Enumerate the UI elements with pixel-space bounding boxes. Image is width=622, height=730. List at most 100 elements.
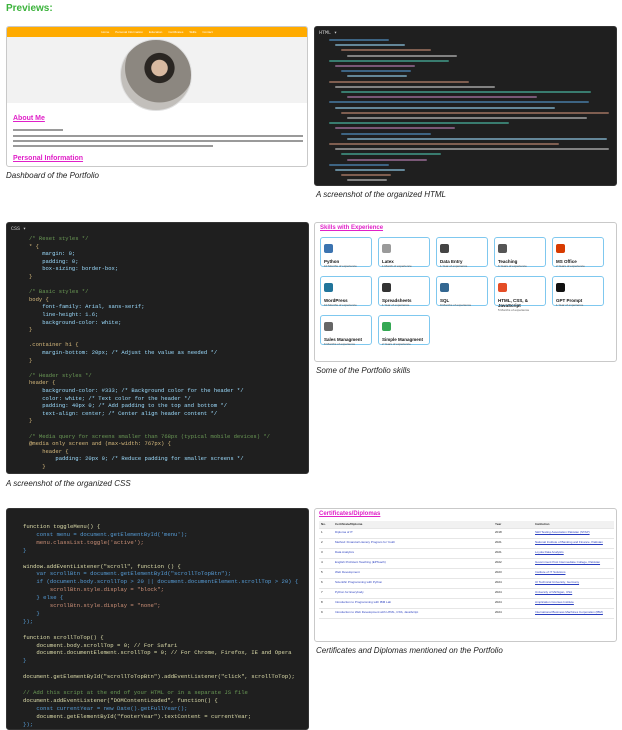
about-text-line xyxy=(13,145,213,147)
code-line-placeholder xyxy=(335,169,405,171)
cell-certificate: Introduction to Web Development with HTM… xyxy=(333,608,493,619)
table-row: 8 Introduction to Programming with IBM La… xyxy=(319,598,614,609)
skills-title: Skills with Experience xyxy=(320,225,384,231)
cell-institution[interactable]: Amplication Courses Institute xyxy=(533,598,614,609)
skill-icon xyxy=(324,244,333,253)
code-line-placeholder xyxy=(329,39,389,41)
code-line-placeholder xyxy=(335,106,555,109)
profile-photo xyxy=(120,39,192,111)
code-line: document.getElementById("scrollToTopBtn"… xyxy=(23,673,295,681)
code-line: line-height: 1.6; xyxy=(29,311,99,318)
cell-institution[interactable]: Skill Testing Association Pakistan (STAP… xyxy=(533,528,614,539)
code-line: } xyxy=(29,417,33,425)
skill-experience: 2 Years of experience xyxy=(382,342,411,346)
about-text-line xyxy=(13,135,303,137)
skill-experience: 1 Year of experience xyxy=(382,303,410,307)
cell-year: 2024 xyxy=(493,608,533,619)
code-line-placeholder xyxy=(341,111,609,114)
code-line: menu.classList.toggle('active'); xyxy=(23,538,144,546)
html-preview-image[interactable]: HTML ▾ xyxy=(314,26,617,186)
cell-year: 2022 xyxy=(493,558,533,569)
code-line-placeholder xyxy=(341,153,441,156)
css-tab-label: CSS ▾ xyxy=(11,226,27,232)
skill-experience: 5 Months of experience xyxy=(498,308,530,312)
code-line-placeholder xyxy=(335,127,455,130)
cell-institution[interactable]: Government Post Intermediate College, Pa… xyxy=(533,558,614,569)
nav-item: Education xyxy=(148,30,163,34)
table-row: 5 Web Development 2023 Institute of IT Solu… xyxy=(319,568,614,579)
skill-experience: 2 Years of experience xyxy=(556,264,585,268)
code-line: header { xyxy=(29,379,56,387)
cell-no: 1 xyxy=(319,528,333,539)
skill-icon xyxy=(382,244,391,253)
cell-institution[interactable]: Loyola Data Analytics xyxy=(533,548,614,559)
skill-experience: 1 Month of experience xyxy=(382,264,412,268)
code-line-placeholder xyxy=(329,143,559,145)
code-line: /* Media query for screens smaller than … xyxy=(29,432,270,440)
skill-icon xyxy=(382,322,391,331)
header-year: Year xyxy=(493,521,533,529)
js-preview-image[interactable]: function toggleMenu() { const menu = doc… xyxy=(6,508,309,730)
code-line: const menu = document.getElementById('me… xyxy=(23,530,188,538)
cell-certificate: English Proficient Teaching (EPTeach) xyxy=(333,558,493,569)
code-line: background-color: white; xyxy=(29,318,122,326)
about-text-line xyxy=(13,140,303,142)
certificates-preview-image[interactable]: Certificates/Diplomas No. Certificate/Di… xyxy=(314,508,617,642)
dashboard-preview-image[interactable]: Home Personal Information Education Cert… xyxy=(6,26,308,167)
code-line: function toggleMenu() { xyxy=(23,523,101,530)
skills-caption: Some of the Portfolio skills xyxy=(316,366,411,375)
cell-institution[interactable]: National Institute of Banking and Financ… xyxy=(533,538,614,549)
cell-year: 2018 xyxy=(493,528,533,539)
cell-institution[interactable]: Institute of IT Solutions xyxy=(533,568,614,579)
code-line-placeholder xyxy=(347,137,607,140)
skills-preview-image[interactable]: Skills with Experience Python 10 Months o… xyxy=(314,222,617,362)
skill-experience: 10 Months of experience xyxy=(324,264,357,268)
code-line: window.addEventListener("scroll", functi… xyxy=(23,562,181,570)
skill-icon xyxy=(498,283,507,292)
dashboard-caption: Dashboard of the Portfolio xyxy=(6,171,99,180)
code-line: if (document.body.scrollTop > 20 || docu… xyxy=(23,578,299,586)
code-line-placeholder xyxy=(335,65,415,67)
cell-institution[interactable]: UI Technical University, Germany xyxy=(533,578,614,589)
skill-card: GPT Prompt 1 Year of experience xyxy=(552,276,604,307)
code-line: // Add this script at the end of your HT… xyxy=(23,688,248,696)
skill-icon xyxy=(556,283,565,292)
header-certificate: Certificate/Diploma xyxy=(333,521,493,529)
skill-icon xyxy=(440,283,449,292)
skill-card: HTML, CSS, & JavaScript 5 Months of exper… xyxy=(494,276,546,312)
cell-year: 2024 xyxy=(493,598,533,609)
cell-no: 8 xyxy=(319,598,333,609)
skill-icon xyxy=(556,244,565,253)
code-line: @media only screen and (max-width: 767px… xyxy=(29,440,171,448)
cell-institution[interactable]: University of Michigan, USA xyxy=(533,588,614,599)
table-row: 1 Diploma of IT 2018 Skill Testing Associat… xyxy=(319,528,614,539)
code-line: /* Header styles */ xyxy=(29,371,92,379)
skill-card: MS Office 2 Years of experience xyxy=(552,237,604,268)
code-line-placeholder xyxy=(341,132,431,135)
code-line-placeholder xyxy=(347,75,407,78)
skill-card: Latex 1 Month of experience xyxy=(378,237,430,268)
cell-no: 9 xyxy=(319,608,333,619)
skill-icon xyxy=(382,283,391,292)
skill-card: Teaching 6 Years of experience xyxy=(494,237,546,268)
code-line: font-family: Arial, sans-serif; xyxy=(29,303,145,311)
css-preview-image[interactable]: CSS ▾ /* Reset styles */* { margin: 0; p… xyxy=(6,222,309,474)
skill-card: Data Entry 1 Year of experience xyxy=(436,237,488,268)
table-row: 2 Method: Financial Literacy Program for … xyxy=(319,538,614,549)
nav-item: Skills xyxy=(189,30,197,34)
table-row: 4 English Proficient Teaching (EPTeach) 20… xyxy=(319,558,614,569)
skill-experience: 1 Year of experience xyxy=(556,303,584,307)
cell-institution[interactable]: International Business Machines Corporat… xyxy=(533,608,614,619)
code-line-placeholder xyxy=(347,96,537,99)
skill-icon xyxy=(498,244,507,253)
skill-card: Sales Managment 6 Months of experience xyxy=(320,315,372,346)
code-line-placeholder xyxy=(329,122,509,125)
code-line: color: white; /* Text color for the head… xyxy=(29,394,191,402)
table-row: 6 Scientific Programming with Python 2024 U… xyxy=(319,578,614,589)
skill-experience: 6 Months of experience xyxy=(324,342,356,346)
code-line: document.getElementById("footerYear").te… xyxy=(23,712,252,720)
css-caption: A screenshot of the organized CSS xyxy=(6,479,131,488)
code-line: text-align: center; /* Center align head… xyxy=(29,409,218,417)
code-line: function scrollToTop() { xyxy=(23,633,104,641)
skill-card: Python 10 Months of experience xyxy=(320,237,372,268)
